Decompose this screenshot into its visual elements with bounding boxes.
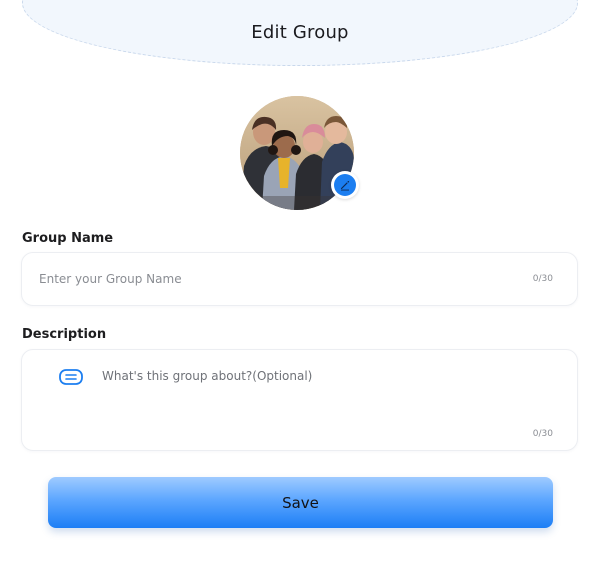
group-name-counter: 0/30 xyxy=(532,274,553,284)
save-button[interactable]: Save xyxy=(48,477,553,528)
page-title: Edit Group xyxy=(251,22,349,43)
group-name-label: Group Name xyxy=(22,231,114,246)
pencil-icon xyxy=(341,180,350,191)
group-name-field: 0/30 xyxy=(21,252,578,306)
description-label: Description xyxy=(22,327,107,342)
group-name-input[interactable] xyxy=(39,269,519,289)
description-input[interactable] xyxy=(102,369,542,425)
message-lines-icon xyxy=(59,369,83,385)
description-counter: 0/30 xyxy=(532,429,553,439)
description-field: 0/30 xyxy=(21,349,578,451)
edit-avatar-button[interactable] xyxy=(331,171,359,199)
